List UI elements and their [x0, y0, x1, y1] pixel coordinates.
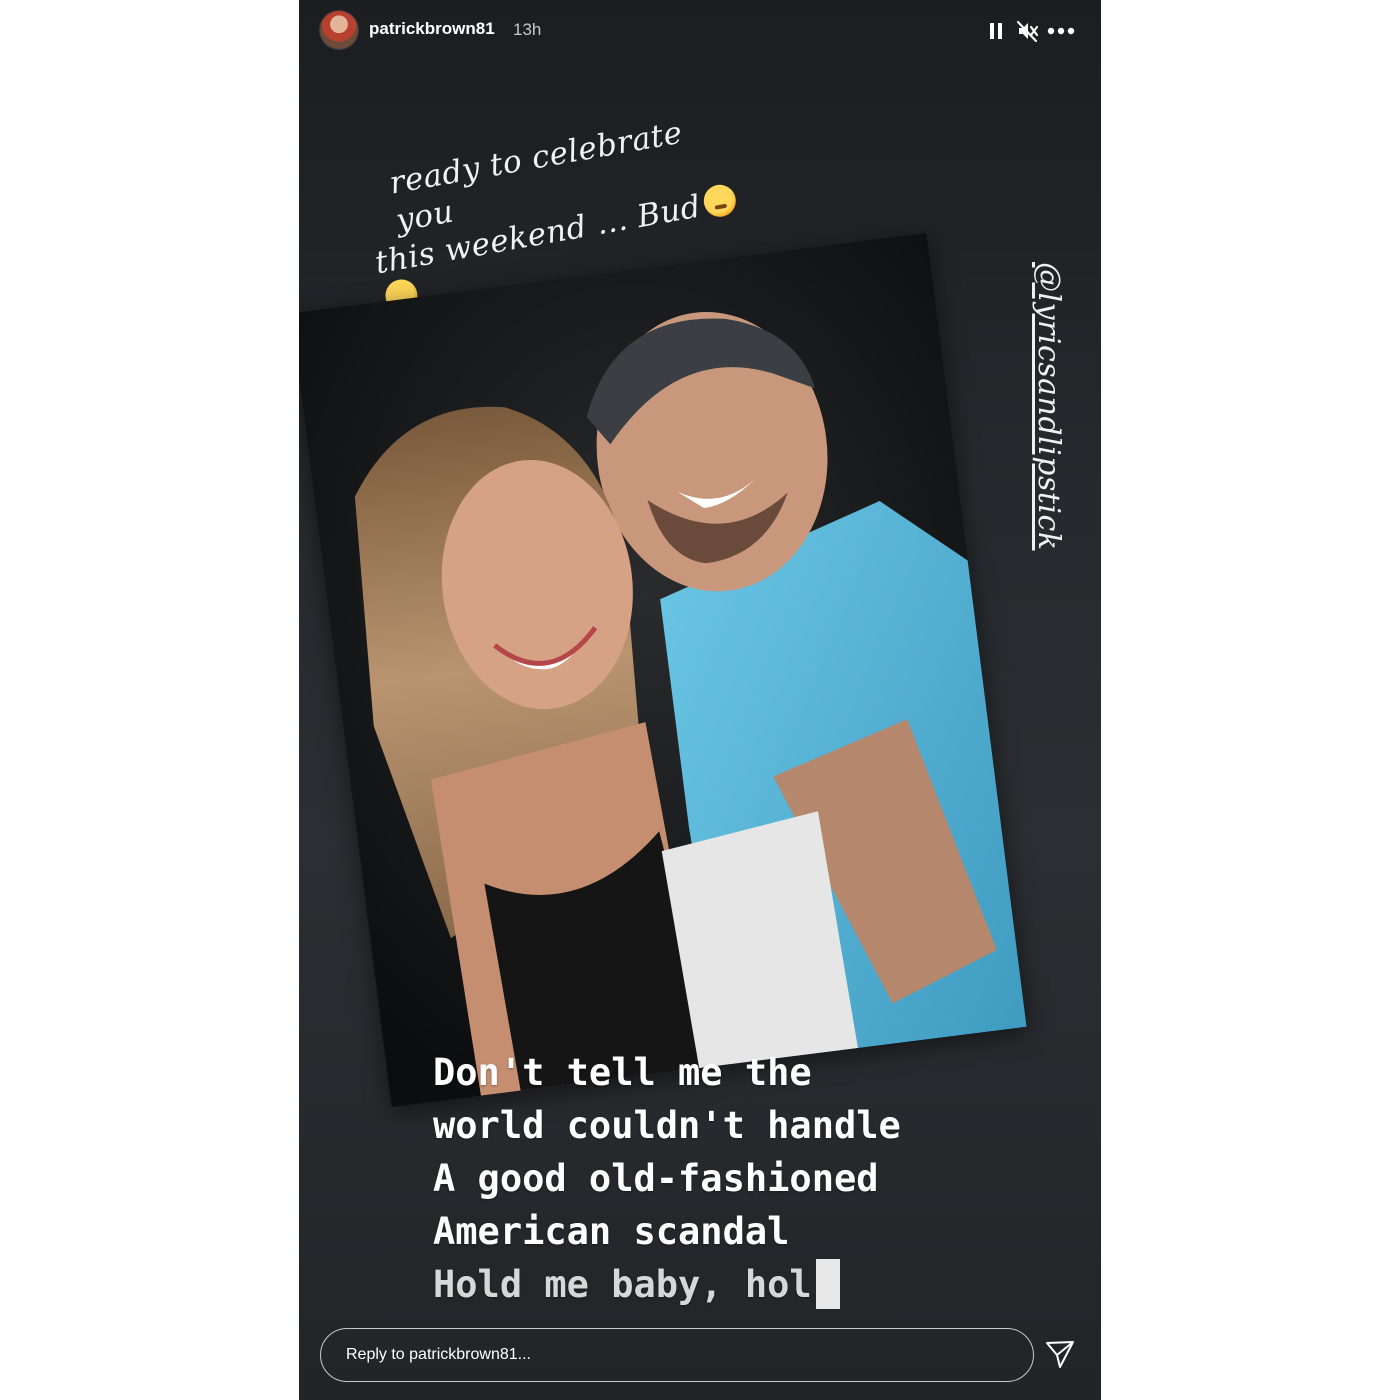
- lyrics-line-2: world couldn't handle: [433, 1104, 901, 1147]
- more-icon[interactable]: [1045, 18, 1077, 44]
- avatar[interactable]: [320, 11, 358, 49]
- username[interactable]: patrickbrown81: [369, 19, 495, 39]
- winking-face-icon: [701, 182, 739, 220]
- send-icon[interactable]: [1044, 1338, 1076, 1370]
- timestamp: 13h: [513, 20, 542, 39]
- lyrics-line-5: Hold me baby, hol: [433, 1263, 812, 1306]
- reply-input[interactable]: Reply to patrickbrown81...: [320, 1328, 1034, 1382]
- lyrics-cursor: [815, 1259, 840, 1309]
- lyrics-sticker: Don't tell me the world couldn't handle A …: [433, 1046, 901, 1311]
- pause-icon[interactable]: [987, 18, 1005, 44]
- mention-sticker[interactable]: @lyricsandlipstick: [1031, 262, 1066, 551]
- story-photo: [299, 233, 1027, 1107]
- lyrics-line-4: American scandal: [433, 1210, 790, 1253]
- lyrics-line-3: A good old-fashioned: [433, 1157, 879, 1200]
- lyrics-line-1: Don't tell me the: [433, 1051, 812, 1094]
- mute-icon[interactable]: [1015, 18, 1041, 44]
- story-header: patrickbrown81 13h: [299, 0, 1101, 62]
- story-viewer[interactable]: patrickbrown81 13h ready to celebrate yo…: [299, 0, 1101, 1400]
